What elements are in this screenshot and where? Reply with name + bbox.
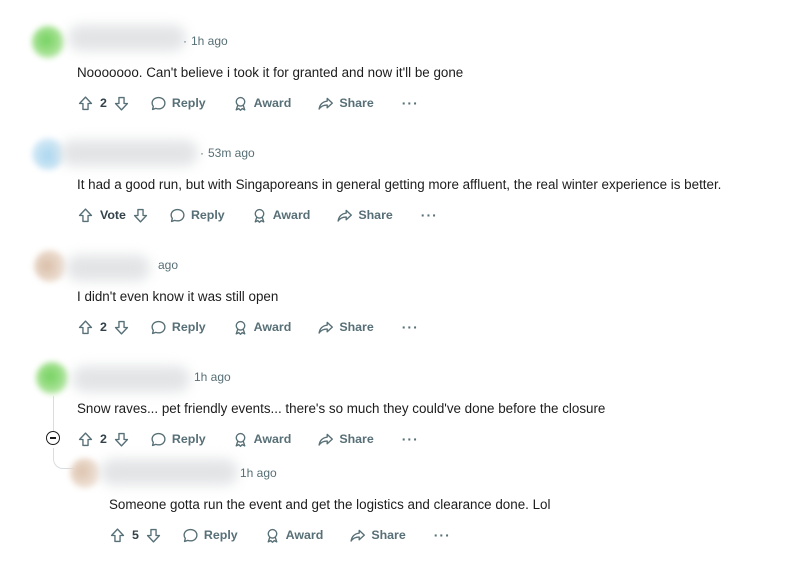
reply-button[interactable]: Reply: [150, 431, 206, 448]
award-icon: [251, 207, 268, 224]
reply-icon: [169, 207, 186, 224]
more-options-button[interactable]: ···: [402, 432, 419, 446]
avatar[interactable]: [32, 26, 64, 58]
award-button[interactable]: Award: [232, 95, 291, 112]
avatar[interactable]: [70, 458, 100, 488]
comment-timestamp: · 53m ago: [200, 146, 255, 160]
avatar[interactable]: [36, 362, 68, 394]
reply-icon: [150, 95, 167, 112]
share-button[interactable]: Share: [317, 319, 374, 336]
comment-text: Nooooooo. Can't believe i took it for gr…: [77, 65, 464, 80]
downvote-button[interactable]: [113, 95, 130, 112]
collapse-thread-button[interactable]: [46, 431, 60, 445]
share-icon: [317, 95, 334, 112]
comment-text: Someone gotta run the event and get the …: [109, 497, 551, 512]
award-button[interactable]: Award: [264, 527, 323, 544]
downvote-icon: [113, 95, 130, 112]
award-button[interactable]: Award: [251, 207, 310, 224]
share-icon: [336, 207, 353, 224]
reply-icon: [150, 319, 167, 336]
username-redacted[interactable]: [60, 140, 198, 166]
upvote-icon: [77, 207, 94, 224]
vote-count: 2: [100, 432, 107, 446]
share-icon: [317, 319, 334, 336]
share-button[interactable]: Share: [317, 431, 374, 448]
downvote-button[interactable]: [132, 207, 149, 224]
upvote-button[interactable]: [109, 527, 126, 544]
award-button[interactable]: Award: [232, 319, 291, 336]
downvote-button[interactable]: [113, 319, 130, 336]
share-icon: [349, 527, 366, 544]
award-icon: [264, 527, 281, 544]
reply-icon: [182, 527, 199, 544]
username-redacted[interactable]: [66, 255, 150, 281]
upvote-icon: [77, 95, 94, 112]
comment-actions: 2 Reply Award Share ···: [77, 428, 419, 450]
vote-count: 2: [100, 96, 107, 110]
downvote-button[interactable]: [145, 527, 162, 544]
comment-actions: 5 Reply Award Share ···: [109, 524, 451, 546]
comment-actions: Vote Reply Award Share ···: [77, 204, 438, 226]
share-icon: [317, 431, 334, 448]
username-redacted[interactable]: [68, 25, 186, 51]
downvote-icon: [113, 319, 130, 336]
comment-text: I didn't even know it was still open: [77, 289, 279, 304]
upvote-icon: [77, 319, 94, 336]
comment-timestamp: 1h ago: [194, 370, 231, 384]
upvote-icon: [77, 431, 94, 448]
award-icon: [232, 95, 249, 112]
more-options-button[interactable]: ···: [421, 208, 438, 222]
vote-count: 5: [132, 528, 139, 542]
comment-timestamp: 1h ago: [240, 466, 277, 480]
comment-timestamp: ago: [158, 258, 179, 272]
username-redacted[interactable]: [100, 459, 238, 485]
more-options-button[interactable]: ···: [402, 96, 419, 110]
share-button[interactable]: Share: [349, 527, 406, 544]
upvote-button[interactable]: [77, 319, 94, 336]
share-button[interactable]: Share: [336, 207, 393, 224]
downvote-icon: [132, 207, 149, 224]
collapse-icon: [50, 437, 56, 439]
vote-count: 2: [100, 320, 107, 334]
downvote-icon: [113, 431, 130, 448]
reply-button[interactable]: Reply: [169, 207, 225, 224]
award-button[interactable]: Award: [232, 431, 291, 448]
award-icon: [232, 319, 249, 336]
vote-label: Vote: [100, 208, 126, 222]
username-redacted[interactable]: [72, 366, 190, 392]
thread-line[interactable]: [53, 396, 54, 432]
upvote-button[interactable]: [77, 431, 94, 448]
award-icon: [232, 431, 249, 448]
avatar[interactable]: [34, 250, 66, 282]
more-options-button[interactable]: ···: [402, 320, 419, 334]
share-button[interactable]: Share: [317, 95, 374, 112]
more-options-button[interactable]: ···: [434, 528, 451, 542]
downvote-icon: [145, 527, 162, 544]
comment-timestamp: · 1h ago: [183, 34, 228, 48]
upvote-button[interactable]: [77, 207, 94, 224]
upvote-icon: [109, 527, 126, 544]
reply-button[interactable]: Reply: [150, 95, 206, 112]
reply-button[interactable]: Reply: [150, 319, 206, 336]
reply-icon: [150, 431, 167, 448]
downvote-button[interactable]: [113, 431, 130, 448]
comment-text: Snow raves... pet friendly events... the…: [77, 401, 606, 416]
comment-actions: 2 Reply Award Share ···: [77, 92, 419, 114]
comment-text: It had a good run, but with Singaporeans…: [77, 177, 722, 192]
reply-button[interactable]: Reply: [182, 527, 238, 544]
upvote-button[interactable]: [77, 95, 94, 112]
comment-actions: 2 Reply Award Share ···: [77, 316, 419, 338]
